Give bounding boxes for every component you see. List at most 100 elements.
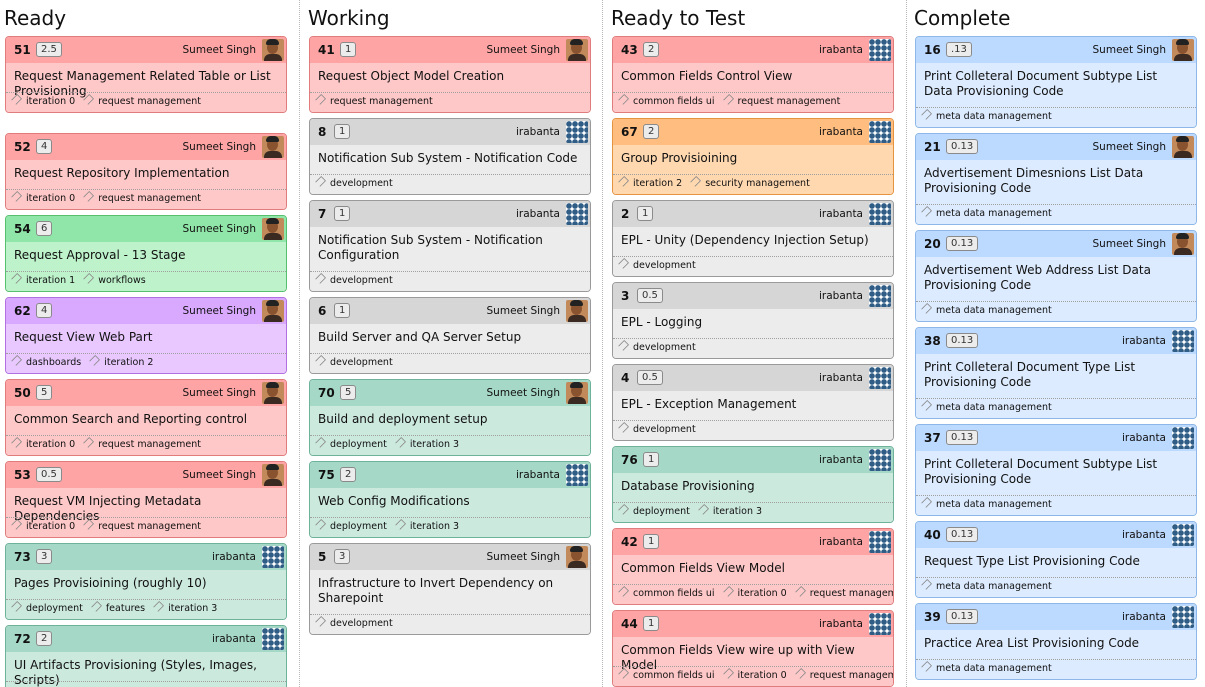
tag[interactable]: development [617,339,696,357]
tag[interactable]: iteration 3 [394,518,459,536]
tag[interactable]: request management [83,436,201,454]
card-id[interactable]: 41 [318,43,335,57]
story-card[interactable]: 5 3 Sumeet Singh Infrastructure to Invert D… [309,543,591,635]
story-card[interactable]: 62 4 Sumeet Singh Request View Web Part dash… [5,297,287,374]
card-title[interactable]: Request Approval - 13 Stage [14,248,278,263]
card-title[interactable]: Print Colleteral Document Subtype List D… [924,69,1188,99]
card-title[interactable]: Notification Sub System - Notification C… [318,151,582,166]
tag[interactable]: development [617,257,696,275]
card-id[interactable]: 54 [14,222,31,236]
card-title[interactable]: Request View Web Part [14,330,278,345]
card-title[interactable]: Infrastructure to Invert Dependency on S… [318,576,582,606]
tag[interactable]: iteration 0 [10,93,75,111]
card-id[interactable]: 39 [924,610,941,624]
tag[interactable]: deployment [314,436,387,454]
story-card[interactable]: 67 2 irabanta Group Provisioining iteration … [612,118,894,195]
card-title[interactable]: Print Colleteral Document Subtype List P… [924,457,1188,487]
card-title[interactable]: Request Object Model Creation [318,69,582,84]
tag[interactable]: iteration 0 [10,518,75,536]
card-id[interactable]: 70 [318,386,335,400]
tag[interactable]: meta data management [920,205,1052,223]
card-title[interactable]: Build Server and QA Server Setup [318,330,582,345]
card-title[interactable]: EPL - Exception Management [621,397,885,412]
story-card[interactable]: 53 0.5 Sumeet Singh Request VM Injecting Me… [5,461,287,538]
card-id[interactable]: 21 [924,140,941,154]
card-id[interactable]: 16 [924,43,941,57]
card-id[interactable]: 75 [318,468,335,482]
card-id[interactable]: 3 [621,289,629,303]
tag[interactable]: iteration 3 [152,600,217,618]
card-id[interactable]: 67 [621,125,638,139]
story-card[interactable]: 51 2.5 Sumeet Singh Request Management Rela… [5,36,287,113]
card-title[interactable]: Practice Area List Provisioning Code [924,636,1188,651]
story-card[interactable]: 2 1 irabanta EPL - Unity (Dependency Inject… [612,200,894,277]
tag[interactable]: iteration 0 [722,667,787,685]
tag[interactable]: iteration 0 [10,190,75,208]
tag[interactable]: iteration 3 [394,436,459,454]
story-card[interactable]: 44 1 irabanta Common Fields View wire up wi… [612,610,894,687]
story-card[interactable]: 50 5 Sumeet Singh Common Search and Reporti… [5,379,287,456]
story-card[interactable]: 16 .13 Sumeet Singh Print Colleteral Docume… [915,36,1197,128]
card-id[interactable]: 38 [924,334,941,348]
card-title[interactable]: EPL - Logging [621,315,885,330]
tag[interactable]: iteration 1 [10,272,75,290]
story-card[interactable]: 3 0.5 irabanta EPL - Logging development [612,282,894,359]
story-card[interactable]: 37 0.13 irabanta Print Colleteral Document … [915,424,1197,516]
card-id[interactable]: 44 [621,617,638,631]
tag[interactable]: deployment [10,600,83,618]
card-title[interactable]: Database Provisioning [621,479,885,494]
story-card[interactable]: 73 3 irabanta Pages Provisioining (roughly … [5,543,287,620]
card-id[interactable]: 8 [318,125,326,139]
tag[interactable]: iteration 2 [89,354,153,372]
tag[interactable]: meta data management [920,660,1052,678]
tag[interactable]: meta data management [920,496,1052,514]
card-id[interactable]: 72 [14,632,31,646]
card-id[interactable]: 50 [14,386,31,400]
tag[interactable]: request management [722,93,840,111]
card-title[interactable]: Advertisement Web Address List Data Prov… [924,263,1188,293]
card-title[interactable]: EPL - Unity (Dependency Injection Setup) [621,233,885,248]
story-card[interactable]: 43 2 irabanta Common Fields Control View com… [612,36,894,113]
story-card[interactable]: 40 0.13 irabanta Request Type List Provisio… [915,521,1197,598]
tag[interactable]: iteration 3 [697,503,762,521]
story-card[interactable]: 42 1 irabanta Common Fields View Model commo… [612,528,894,605]
tag[interactable]: meta data management [920,578,1052,596]
tag[interactable]: dashboards [10,354,81,372]
card-title[interactable]: Print Colleteral Document Type List Prov… [924,360,1188,390]
card-title[interactable]: Notification Sub System - Notification C… [318,233,582,263]
card-id[interactable]: 73 [14,550,31,564]
story-card[interactable]: 39 0.13 irabanta Practice Area List Provisi… [915,603,1197,680]
card-title[interactable]: Common Fields Control View [621,69,885,84]
tag[interactable]: request management [83,93,201,111]
card-id[interactable]: 53 [14,468,31,482]
card-title[interactable]: Web Config Modifications [318,494,582,509]
story-card[interactable]: 41 1 Sumeet Singh Request Object Model Crea… [309,36,591,113]
story-card[interactable]: 20 0.13 Sumeet Singh Advertisement Web Addr… [915,230,1197,322]
card-title[interactable]: Pages Provisioining (roughly 10) [14,576,278,591]
tag[interactable]: request management [83,518,201,536]
tag[interactable]: common fields ui [617,667,715,685]
story-card[interactable]: 8 1 irabanta Notification Sub System - Noti… [309,118,591,195]
tag[interactable]: development [314,272,393,290]
tag[interactable]: deployment [314,518,387,536]
tag[interactable]: security management [690,175,810,193]
story-card[interactable]: 72 2 irabanta UI Artifacts Provisioning (St… [5,625,287,687]
card-id[interactable]: 6 [318,304,326,318]
card-id[interactable]: 5 [318,550,326,564]
story-card[interactable]: 6 1 Sumeet Singh Build Server and QA Server… [309,297,591,374]
story-card[interactable]: 38 0.13 irabanta Print Colleteral Document … [915,327,1197,419]
card-id[interactable]: 52 [14,140,31,154]
card-id[interactable]: 76 [621,453,638,467]
card-id[interactable]: 7 [318,207,326,221]
card-id[interactable]: 42 [621,535,638,549]
tag[interactable]: meta data management [920,302,1052,320]
story-card[interactable]: 70 5 Sumeet Singh Build and deployment setu… [309,379,591,456]
tag[interactable]: iteration 2 [617,175,682,193]
card-id[interactable]: 51 [14,43,31,57]
story-card[interactable]: 4 0.5 irabanta EPL - Exception Management de… [612,364,894,441]
card-id[interactable]: 2 [621,207,629,221]
story-card[interactable]: 75 2 irabanta Web Config Modifications deplo… [309,461,591,538]
story-card[interactable]: 52 4 Sumeet Singh Request Repository Implem… [5,133,287,210]
story-card[interactable]: 54 6 Sumeet Singh Request Approval - 13 Sta… [5,215,287,292]
card-id[interactable]: 43 [621,43,638,57]
